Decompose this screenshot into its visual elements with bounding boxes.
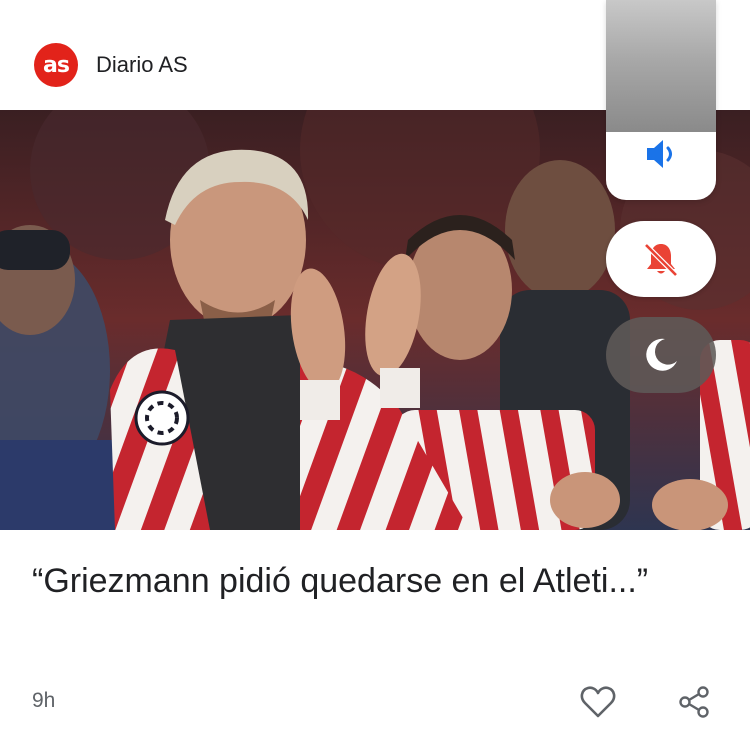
article-time: 9h <box>32 689 56 712</box>
publisher-name: Diario AS <box>96 52 188 77</box>
heart-outline-icon <box>580 686 616 718</box>
speaker-icon <box>647 140 672 168</box>
publisher-logo: as <box>34 43 78 87</box>
moon-icon <box>646 338 677 371</box>
mute-toggle[interactable] <box>606 221 716 297</box>
share-icon <box>679 686 709 718</box>
article-headline[interactable]: “Griezmann pidió quedarse en el Atleti..… <box>32 556 712 606</box>
share-button[interactable] <box>672 680 716 724</box>
volume-slider[interactable] <box>606 0 716 200</box>
bell-off-icon <box>644 243 678 277</box>
volume-level-fill <box>606 0 716 132</box>
like-button[interactable] <box>576 680 620 724</box>
do-not-disturb-toggle[interactable] <box>606 317 716 393</box>
